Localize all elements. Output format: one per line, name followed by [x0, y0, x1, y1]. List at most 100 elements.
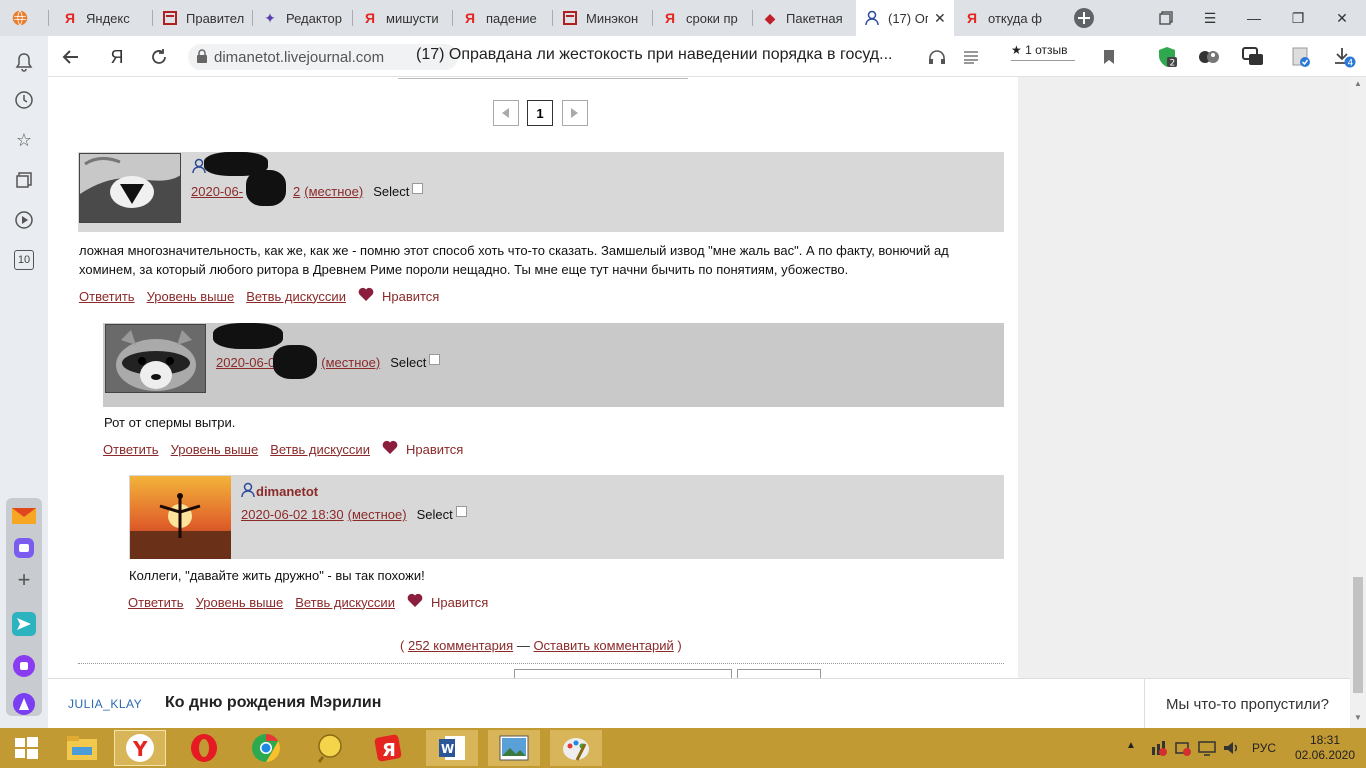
yandex-browser-taskbar-icon[interactable]: Y	[114, 730, 166, 766]
tab-home[interactable]	[4, 0, 44, 36]
thread-link[interactable]: Ветвь дискуссии	[270, 442, 370, 457]
like-label[interactable]: Нравится	[406, 442, 463, 457]
collections-icon[interactable]	[12, 168, 36, 192]
reply-link[interactable]: Ответить	[128, 595, 184, 610]
network-off-icon[interactable]	[1150, 739, 1168, 760]
comment-date-link[interactable]: 2020-06-	[191, 184, 243, 199]
heart-icon[interactable]	[407, 593, 431, 611]
parent-link[interactable]: Уровень выше	[196, 595, 284, 610]
clock[interactable]: 18:31 02.06.2020	[1292, 733, 1358, 763]
chrome-icon[interactable]	[240, 730, 292, 766]
current-page[interactable]: 1	[527, 100, 553, 126]
heart-icon[interactable]	[382, 440, 406, 458]
start-button[interactable]	[0, 730, 52, 766]
like-label[interactable]: Нравится	[382, 289, 439, 304]
scroll-thumb[interactable]	[1353, 577, 1363, 693]
protect-shield-icon[interactable]: 2	[1154, 44, 1180, 70]
reviews-badge[interactable]: ★ 1 отзыв	[1011, 43, 1075, 61]
minimize-icon[interactable]: —	[1232, 0, 1276, 36]
paint-icon[interactable]	[550, 730, 602, 766]
mail-icon[interactable]	[12, 504, 36, 528]
thread-link[interactable]: Ветвь дискуссии	[295, 595, 395, 610]
headline-link[interactable]: Ко дню рождения Мэрилин	[165, 694, 381, 712]
close-window-icon[interactable]: ✕	[1320, 0, 1364, 36]
yandex-home-button[interactable]: Я	[104, 44, 130, 70]
yandex-icon: Я	[464, 10, 476, 26]
new-tab-button[interactable]	[1062, 0, 1106, 36]
author-label[interactable]: JULIA_KLAY	[68, 697, 142, 711]
tab-yandex[interactable]: Я Яндекс	[54, 0, 152, 36]
file-explorer-icon[interactable]	[56, 730, 108, 766]
avatar[interactable]	[105, 324, 206, 393]
bookmark-icon[interactable]	[1096, 44, 1122, 70]
tab-government[interactable]: Правител	[154, 0, 252, 36]
close-tab-icon[interactable]: ✕	[934, 10, 946, 27]
parent-link[interactable]: Уровень выше	[147, 289, 235, 304]
word-icon[interactable]: W	[426, 730, 478, 766]
comment-date-link[interactable]: 2020-06-02 18:30	[241, 507, 344, 522]
tab-minecon[interactable]: Минэкон	[554, 0, 652, 36]
submit-button[interactable]	[737, 669, 821, 678]
language-indicator[interactable]: РУС	[1252, 741, 1276, 755]
add-app-icon[interactable]: +	[12, 567, 36, 592]
yandex-icon[interactable]: Я	[362, 730, 414, 766]
sync-extension-icon[interactable]	[1288, 44, 1314, 70]
tab-where-from[interactable]: Я откуда ф	[956, 0, 1056, 36]
chat-extension-icon[interactable]	[1240, 44, 1266, 70]
back-button[interactable]	[58, 44, 84, 70]
parent-link[interactable]: Уровень выше	[171, 442, 259, 457]
extension-balls-icon[interactable]	[1196, 44, 1222, 70]
reload-button[interactable]	[146, 44, 172, 70]
thread-link[interactable]: Ветвь дискуссии	[246, 289, 346, 304]
headphones-icon[interactable]	[924, 44, 950, 70]
missed-link[interactable]: Мы что-то пропустили?	[1166, 696, 1329, 713]
tab-deadlines[interactable]: Я сроки пр	[654, 0, 752, 36]
volume-icon[interactable]	[1222, 739, 1240, 760]
avatar[interactable]	[130, 476, 231, 559]
select-checkbox[interactable]	[429, 354, 441, 365]
next-page-button[interactable]	[562, 100, 588, 126]
like-label[interactable]: Нравится	[431, 595, 488, 610]
tray-expand-icon[interactable]: ▲	[1126, 740, 1136, 751]
menu-icon[interactable]: ☰	[1188, 0, 1232, 36]
battery-icon[interactable]	[1174, 739, 1192, 760]
scrollbar[interactable]: ▲ ▼	[1350, 77, 1366, 728]
play-icon[interactable]	[12, 208, 36, 232]
tab-active-livejournal[interactable]: (17) Оп ✕	[856, 0, 954, 36]
prev-page-button[interactable]	[493, 100, 519, 126]
collections-icon[interactable]	[1144, 0, 1188, 36]
display-icon[interactable]	[1198, 739, 1216, 760]
music-icon[interactable]	[12, 654, 36, 678]
reply-link[interactable]: Ответить	[103, 442, 159, 457]
downloads-icon[interactable]: 4	[1332, 44, 1358, 70]
username-dimanetot[interactable]: dimanetot	[240, 482, 318, 501]
reply-link[interactable]: Ответить	[79, 289, 135, 304]
select-dropdown[interactable]	[514, 669, 732, 678]
tab-batch[interactable]: ◆ Пакетная	[754, 0, 854, 36]
tab-fall[interactable]: Я падение	[454, 0, 552, 36]
counter-badge[interactable]: 10	[12, 248, 36, 272]
reader-mode-icon[interactable]	[958, 44, 984, 70]
bell-icon[interactable]	[12, 50, 36, 74]
game-icon[interactable]	[304, 730, 356, 766]
tab-mishustin[interactable]: Я мишусти	[354, 0, 452, 36]
send-icon[interactable]	[12, 612, 36, 636]
comments-count-link[interactable]: 252 комментария	[408, 638, 513, 653]
select-checkbox[interactable]	[455, 506, 467, 517]
leave-comment-link[interactable]: Оставить комментарий	[533, 638, 673, 653]
star-icon[interactable]: ☆	[12, 128, 36, 152]
tab-editor[interactable]: ✦ Редактор	[254, 0, 352, 36]
messenger-icon[interactable]	[12, 536, 36, 560]
heart-icon[interactable]	[358, 287, 382, 305]
select-checkbox[interactable]	[412, 183, 424, 194]
avatar[interactable]	[79, 153, 181, 223]
comments-area: 1 2020-06- 2 (местное) Select ложная мно…	[48, 77, 1018, 678]
comment-date-link[interactable]: 2020-06-0	[216, 355, 275, 370]
comment-text: ложная многозначительность, как же, как …	[79, 243, 949, 277]
alice-icon[interactable]	[12, 692, 36, 716]
photos-icon[interactable]	[488, 730, 540, 766]
opera-icon[interactable]	[178, 730, 230, 766]
restore-icon[interactable]: ❐	[1276, 0, 1320, 36]
history-icon[interactable]	[12, 88, 36, 112]
comment-actions: Ответить Уровень выше Ветвь дискуссии Нр…	[128, 593, 488, 611]
